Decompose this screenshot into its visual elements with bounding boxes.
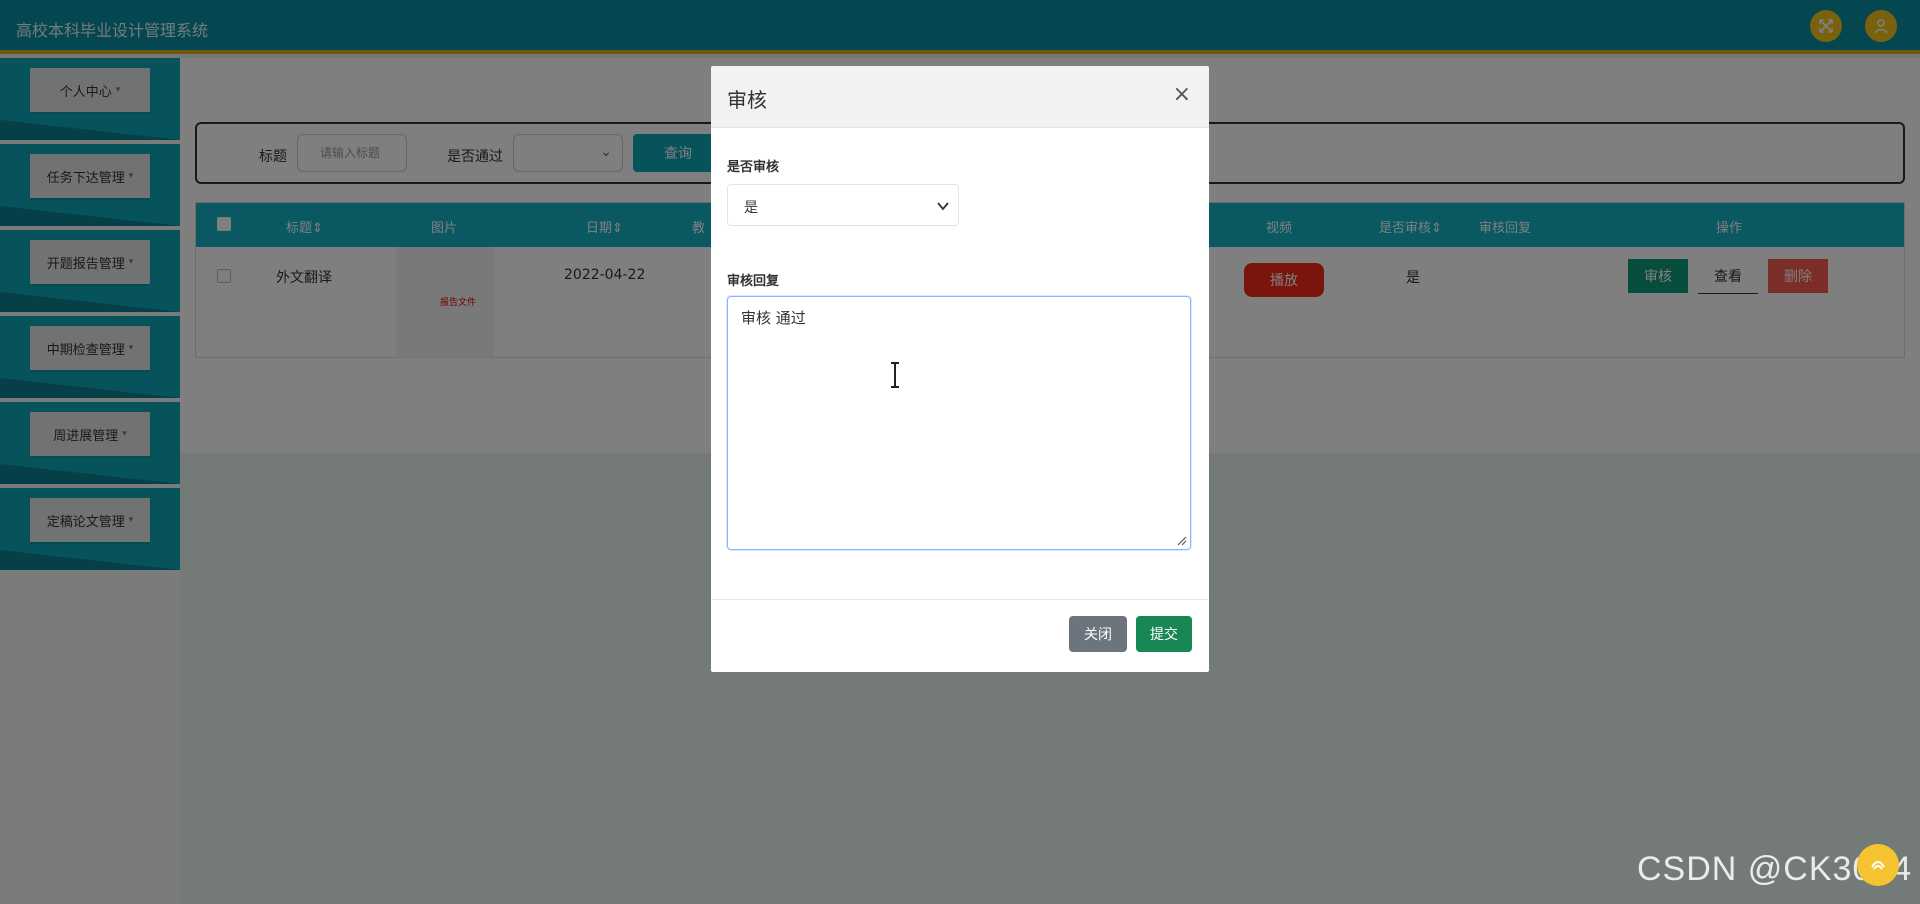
resize-grip-icon[interactable]: [1177, 536, 1187, 546]
dialog-header: 审核 ×: [711, 66, 1209, 128]
chevron-down-icon: [937, 202, 949, 211]
close-button[interactable]: 关闭: [1069, 616, 1127, 652]
dialog-footer-divider: [711, 599, 1209, 600]
audit-status-label: 是否审核: [727, 160, 780, 175]
dialog-title: 审核: [727, 88, 767, 112]
helper-icon: [1871, 861, 1885, 870]
floating-helper-button[interactable]: [1857, 844, 1899, 886]
audit-reply-textarea[interactable]: 审核 通过: [727, 296, 1191, 550]
audit-dialog: 审核 × 是否审核 是 审核回复 审核 通过 关闭 提交: [711, 66, 1209, 672]
audit-reply-label: 审核回复: [727, 274, 780, 289]
audit-status-value: 是: [744, 200, 758, 216]
audit-status-select[interactable]: 是: [727, 184, 959, 226]
text-cursor-icon: [891, 362, 899, 388]
submit-button[interactable]: 提交: [1136, 616, 1192, 652]
close-icon[interactable]: ×: [1173, 82, 1191, 107]
audit-reply-text: 审核 通过: [741, 309, 806, 327]
